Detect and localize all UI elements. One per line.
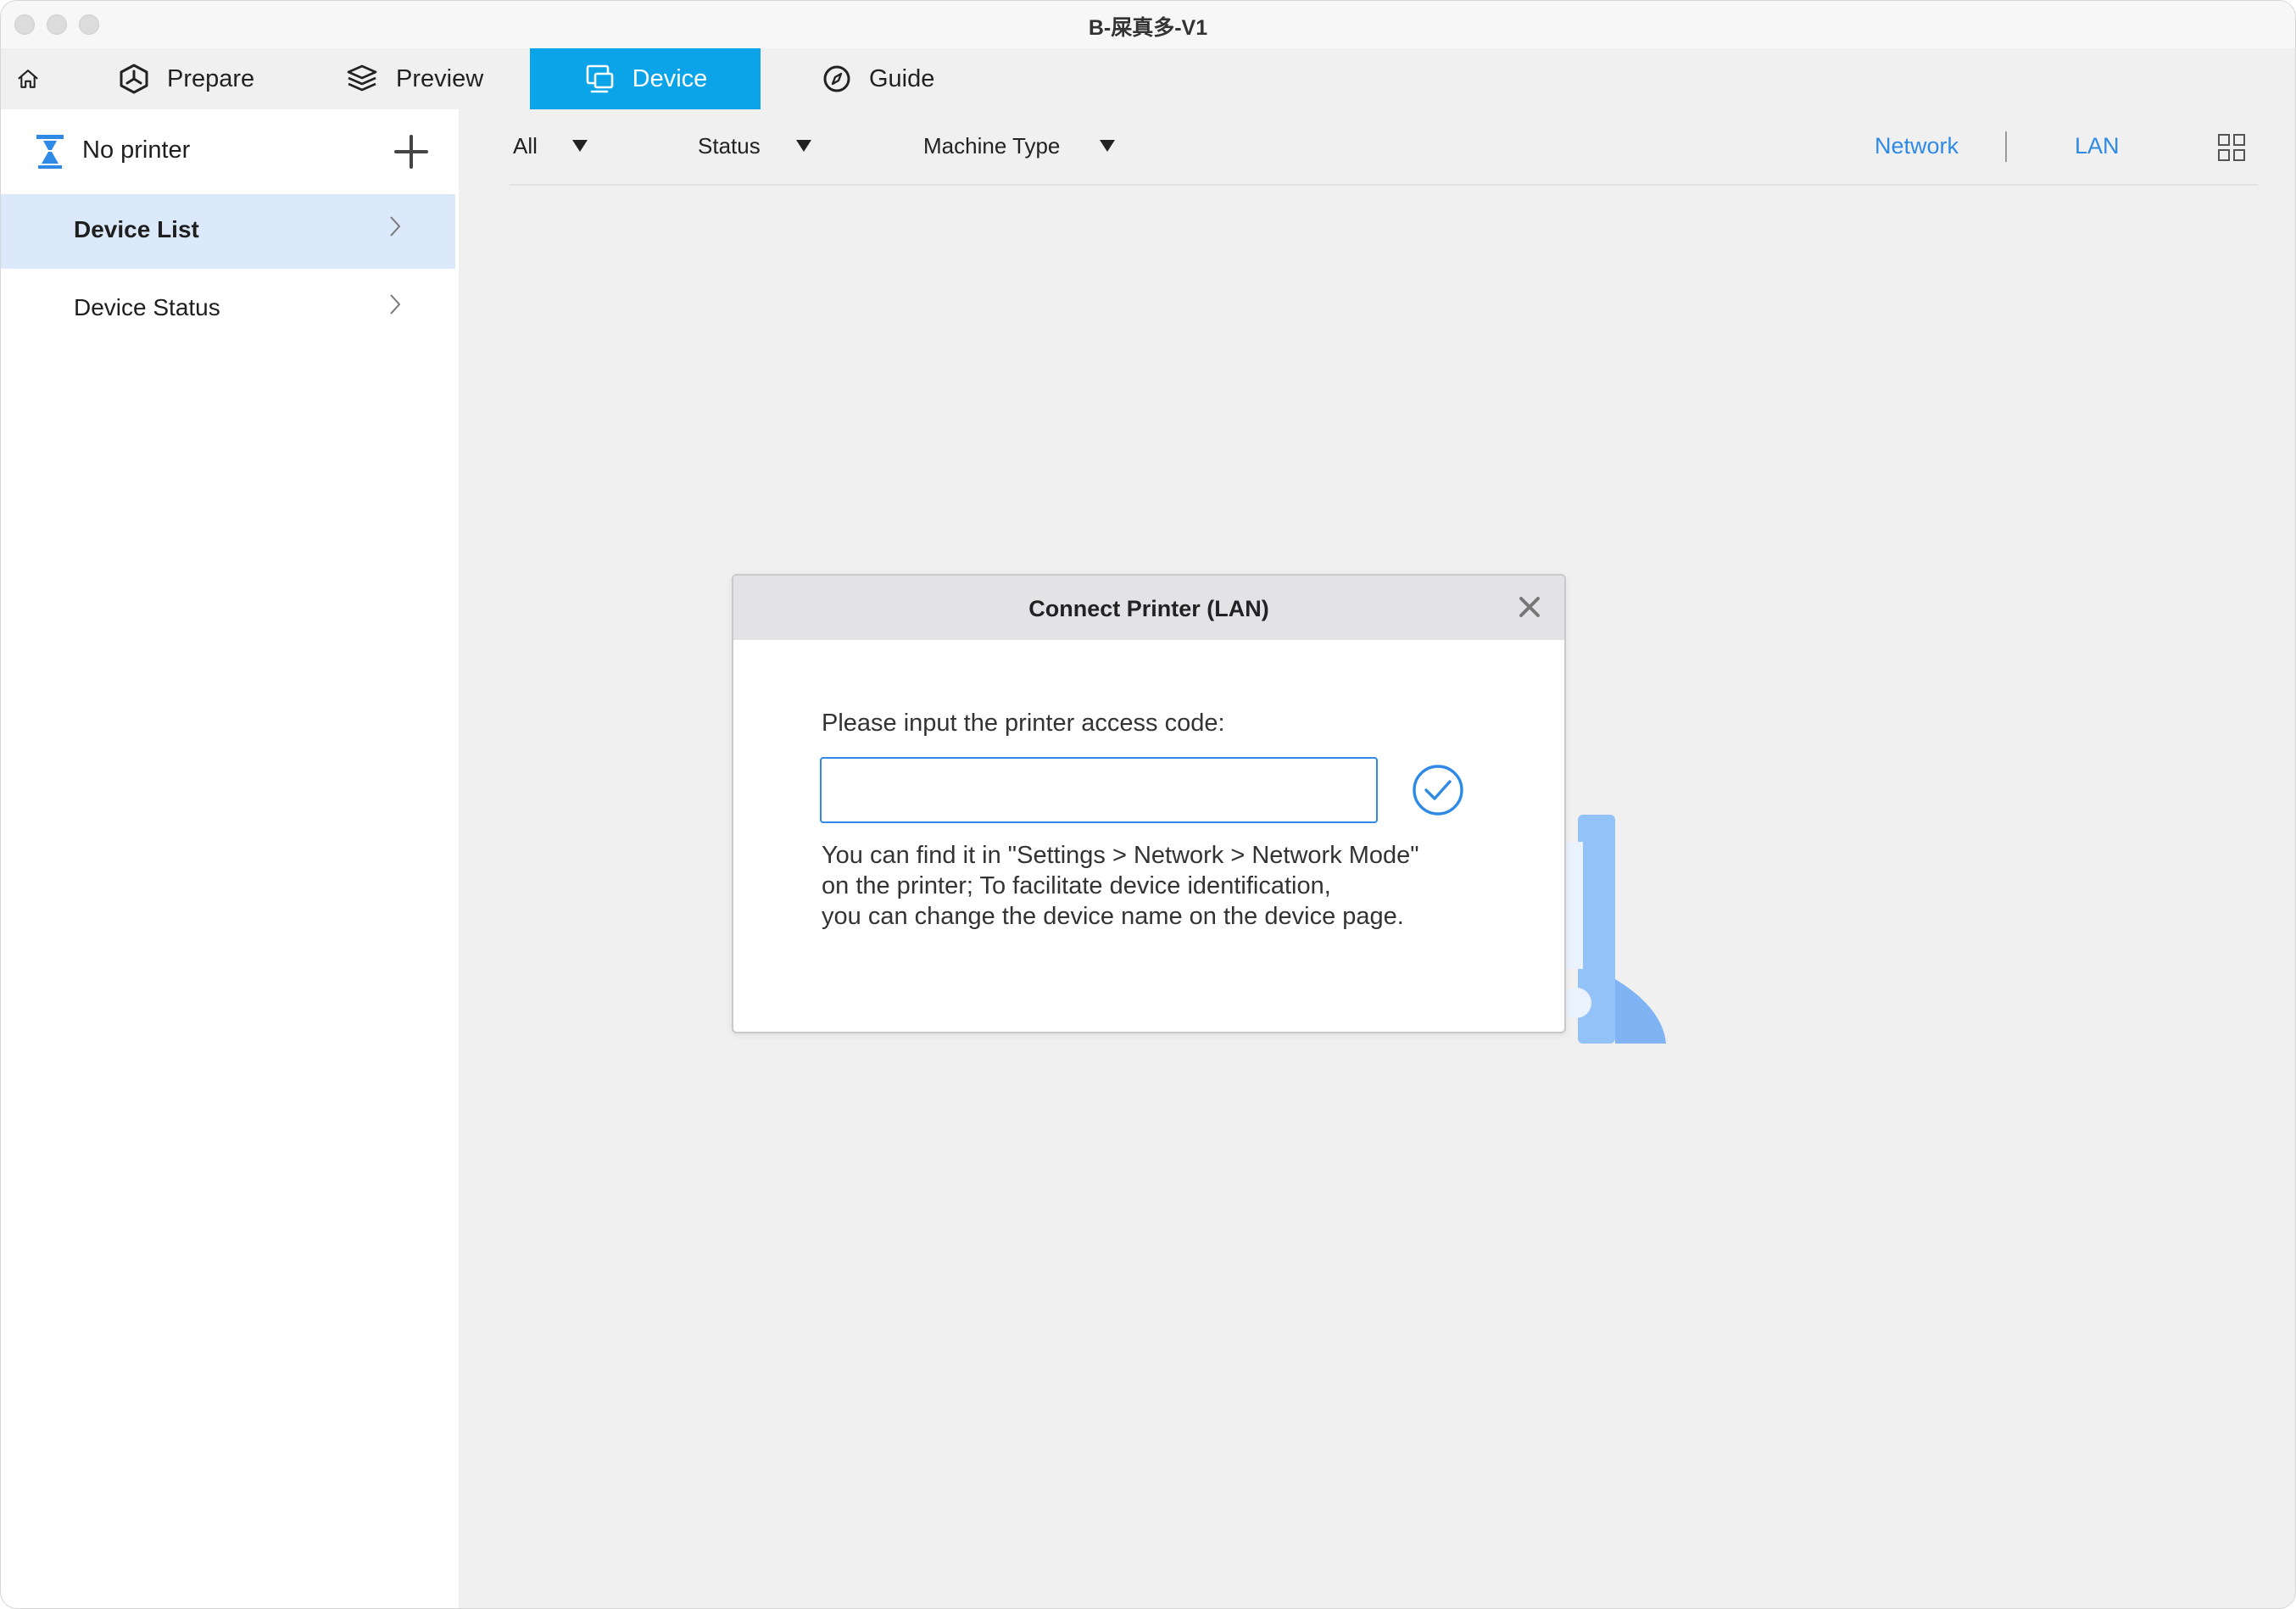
filter-all-dropdown[interactable]: All bbox=[513, 133, 538, 159]
tab-guide-label: Guide bbox=[869, 64, 935, 92]
sidebar: No printer Device List Device Status bbox=[1, 109, 459, 1608]
home-icon bbox=[18, 70, 38, 88]
tab-preview[interactable]: Preview bbox=[345, 48, 483, 109]
main-content: All Status Machine Type Network LAN Conn… bbox=[459, 109, 2295, 1608]
lan-link[interactable]: LAN bbox=[2075, 133, 2120, 159]
printer-selector[interactable]: No printer bbox=[1, 109, 459, 194]
filter-divider bbox=[510, 184, 2258, 186]
separator bbox=[2005, 131, 2007, 162]
device-monitor-icon bbox=[586, 64, 613, 93]
confirm-check-icon[interactable] bbox=[1412, 764, 1464, 816]
tab-device[interactable]: Device bbox=[530, 48, 761, 109]
layers-icon bbox=[347, 64, 377, 92]
prepare-cube-icon bbox=[120, 64, 148, 94]
app-window: B-屎真多-V1 Prepare Preview Device Guide No… bbox=[0, 0, 2296, 1609]
tab-preview-label: Preview bbox=[396, 64, 484, 92]
connect-printer-dialog: Connect Printer (LAN) Please input the p… bbox=[732, 574, 1566, 1033]
add-printer-icon[interactable] bbox=[394, 135, 428, 169]
title-bar: B-屎真多-V1 bbox=[1, 1, 2295, 48]
tab-guide[interactable]: Guide bbox=[822, 48, 934, 109]
tab-prepare[interactable]: Prepare bbox=[118, 48, 254, 109]
tab-home[interactable] bbox=[16, 48, 57, 109]
help-line: You can find it in "Settings > Network >… bbox=[822, 842, 1419, 869]
filter-machine-type-dropdown[interactable]: Machine Type bbox=[923, 133, 1060, 159]
tab-device-label: Device bbox=[632, 64, 708, 92]
dialog-title: Connect Printer (LAN) bbox=[1028, 596, 1269, 621]
printer-name: No printer bbox=[82, 136, 191, 164]
compass-icon bbox=[823, 65, 850, 92]
grid-view-icon[interactable] bbox=[2217, 133, 2246, 162]
sidebar-item-device-list[interactable]: Device List bbox=[1, 194, 455, 269]
caret-down-icon[interactable] bbox=[1100, 140, 1115, 152]
tab-prepare-label: Prepare bbox=[167, 64, 255, 92]
sidebar-item-device-status[interactable]: Device Status bbox=[1, 272, 455, 347]
access-code-prompt: Please input the printer access code: bbox=[822, 710, 1225, 737]
close-icon[interactable] bbox=[1519, 596, 1541, 618]
chevron-right-icon bbox=[390, 294, 401, 315]
chevron-right-icon bbox=[390, 216, 401, 237]
help-line: you can change the device name on the de… bbox=[822, 903, 1404, 930]
network-link[interactable]: Network bbox=[1875, 133, 1959, 159]
access-code-input[interactable] bbox=[820, 757, 1378, 823]
filter-status-dropdown[interactable]: Status bbox=[698, 133, 761, 159]
tab-bar: Prepare Preview Device Guide bbox=[1, 48, 2295, 109]
help-line: on the printer; To facilitate device ide… bbox=[822, 872, 1331, 899]
sidebar-item-label: Device List bbox=[74, 216, 199, 242]
sidebar-item-label: Device Status bbox=[74, 294, 220, 320]
caret-down-icon[interactable] bbox=[572, 140, 588, 152]
dialog-header: Connect Printer (LAN) bbox=[733, 576, 1564, 640]
caret-down-icon[interactable] bbox=[796, 140, 811, 152]
window-title: B-屎真多-V1 bbox=[1088, 16, 1208, 40]
access-code-help-text: You can find it in "Settings > Network >… bbox=[822, 840, 1534, 932]
printer-icon bbox=[36, 135, 64, 169]
